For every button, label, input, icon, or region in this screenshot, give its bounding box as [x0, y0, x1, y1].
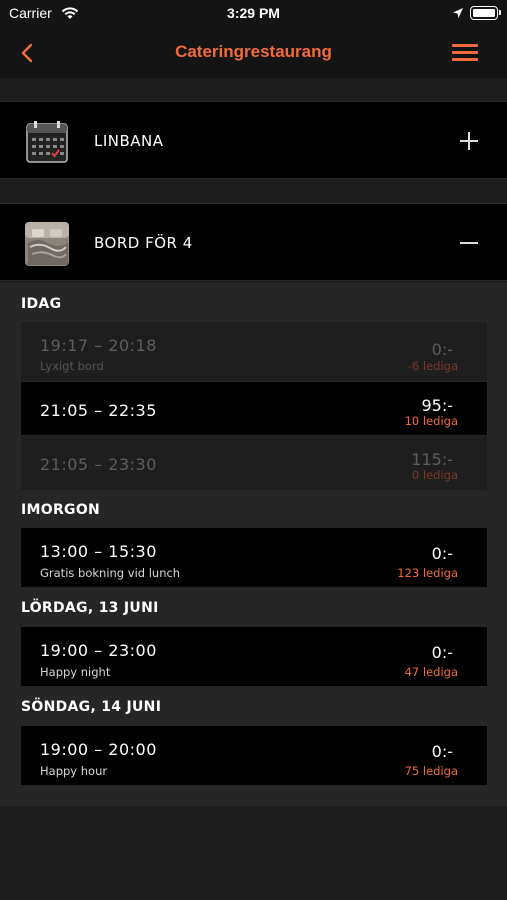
slot-availability: 123 lediga — [397, 566, 458, 580]
slot-description: Happy night — [40, 665, 111, 679]
calendar-icon — [26, 121, 68, 163]
plus-icon[interactable] — [458, 130, 480, 152]
section-label: LINBANA — [94, 132, 164, 150]
status-bar: Carrier 3:29 PM — [0, 0, 507, 28]
minus-icon[interactable] — [458, 232, 480, 254]
time-slot[interactable]: 21:05 – 23:30 115:- 0 lediga — [21, 436, 487, 490]
slot-price: 0:- — [431, 340, 453, 359]
status-time: 3:29 PM — [227, 5, 280, 21]
slot-price: 0:- — [431, 742, 453, 761]
day-header: IMORGON — [21, 502, 101, 518]
time-slot[interactable]: 19:00 – 23:00 Happy night 0:- 47 lediga — [21, 627, 487, 686]
battery-icon — [470, 6, 501, 20]
slot-availability: 75 lediga — [404, 764, 458, 778]
time-slot-panel: IDAG 19:17 – 20:18 Lyxigt bord 0:- -6 le… — [0, 282, 507, 806]
table-photo — [25, 222, 69, 266]
time-slot[interactable]: 21:05 – 22:35 95:- 10 lediga — [21, 382, 487, 435]
day-header: SÖNDAG, 14 JUNI — [21, 699, 162, 715]
day-header: IDAG — [21, 296, 62, 312]
slot-time: 19:00 – 20:00 — [40, 740, 157, 759]
slot-price: 0:- — [431, 544, 453, 563]
time-slot[interactable]: 19:17 – 20:18 Lyxigt bord 0:- -6 lediga — [21, 322, 487, 381]
section-row-linbana[interactable]: LINBANA — [0, 101, 507, 179]
slot-description: Lyxigt bord — [40, 359, 104, 373]
section-row-bord-for-4[interactable]: BORD FÖR 4 — [0, 203, 507, 281]
navigation-bar: Cateringrestaurang — [0, 28, 507, 78]
page-title: Cateringrestaurang — [175, 42, 332, 61]
hamburger-menu-icon[interactable] — [452, 42, 478, 62]
location-arrow-icon — [453, 8, 463, 18]
slot-price: 115:- — [411, 450, 453, 469]
slot-time: 19:00 – 23:00 — [40, 641, 157, 660]
slot-availability: 47 lediga — [404, 665, 458, 679]
slot-price: 0:- — [431, 643, 453, 662]
slot-availability: 0 lediga — [411, 468, 458, 482]
time-slot[interactable]: 13:00 – 15:30 Gratis bokning vid lunch 0… — [21, 528, 487, 587]
slot-description: Gratis bokning vid lunch — [40, 566, 181, 580]
slot-time: 21:05 – 22:35 — [40, 401, 157, 420]
slot-time: 13:00 – 15:30 — [40, 542, 157, 561]
slot-description: Happy hour — [40, 764, 108, 778]
slot-availability: 10 lediga — [404, 414, 458, 428]
slot-time: 21:05 – 23:30 — [40, 455, 157, 474]
day-header: LÖRDAG, 13 JUNI — [21, 600, 159, 616]
section-label: BORD FÖR 4 — [94, 234, 193, 252]
slot-time: 19:17 – 20:18 — [40, 336, 157, 355]
slot-availability: -6 lediga — [407, 359, 458, 373]
slot-price: 95:- — [421, 396, 453, 415]
time-slot[interactable]: 19:00 – 20:00 Happy hour 0:- 75 lediga — [21, 726, 487, 785]
